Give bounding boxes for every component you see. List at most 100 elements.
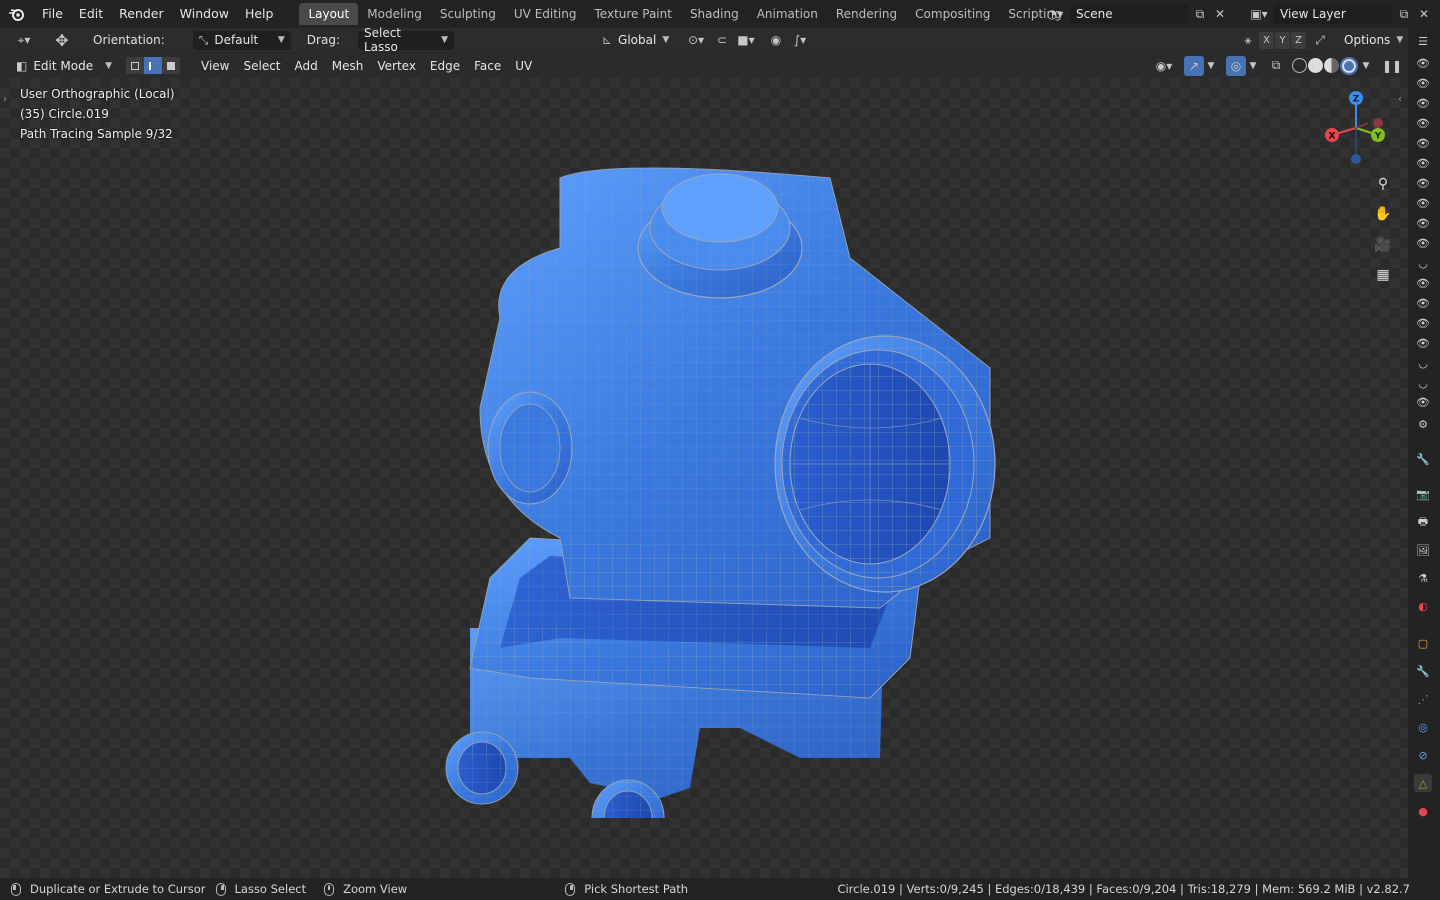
new-scene-icon[interactable]: ⧉	[1190, 4, 1210, 24]
tab-texture-paint[interactable]: Texture Paint	[586, 3, 681, 25]
eye-icon[interactable]: 👁	[1414, 134, 1432, 152]
menu-mesh[interactable]: Mesh	[325, 59, 371, 73]
falloff-icon[interactable]: ∫▾	[786, 30, 814, 50]
editor-type-icon[interactable]: ⌖▾	[10, 30, 38, 50]
tab-rendering[interactable]: Rendering	[827, 3, 906, 25]
eye-closed-icon[interactable]: ◡	[1414, 254, 1432, 272]
mirror-icon[interactable]: ⚹	[1238, 30, 1258, 50]
properties-toggle-icon[interactable]: ⚙	[1414, 415, 1432, 433]
overlay-toggle-icon[interactable]: ◎	[1226, 55, 1246, 76]
eye-icon[interactable]: 👁	[1414, 154, 1432, 172]
drag-dropdown[interactable]: Select Lasso ▼	[357, 26, 454, 54]
navigation-gizmo[interactable]: Z X Y	[1316, 88, 1396, 168]
snap-toggle-icon[interactable]: ⊂	[712, 30, 732, 50]
outliner-toggle-icon[interactable]: ☰	[1414, 32, 1432, 50]
eye-icon[interactable]: 👁	[1414, 174, 1432, 192]
eye-icon[interactable]: 👁	[1414, 234, 1432, 252]
eye-icon[interactable]: 👁	[1414, 54, 1432, 72]
toolbar-expand-arrow[interactable]: ›	[3, 94, 7, 105]
menu-uv[interactable]: UV	[508, 59, 539, 73]
rendered-shading-icon[interactable]	[1340, 56, 1358, 75]
orientation-dropdown[interactable]: ⤡ Default ▼	[192, 30, 291, 50]
material-properties-icon[interactable]: ●	[1414, 802, 1432, 820]
view-layer-type-icon[interactable]: ▣▾	[1244, 4, 1274, 24]
object-properties-icon[interactable]: ▢	[1414, 634, 1432, 652]
face-select-icon[interactable]	[162, 57, 180, 74]
pivot-point-icon[interactable]: ⊙▾	[682, 30, 710, 50]
gizmo-toggle-icon[interactable]: ↗	[1184, 55, 1204, 76]
auto-merge-icon[interactable]: ⤢	[1310, 30, 1330, 50]
scene-name-field[interactable]: Scene	[1070, 4, 1188, 24]
blender-logo-icon[interactable]	[0, 0, 34, 28]
menu-edit[interactable]: Edit	[71, 0, 111, 28]
gizmo-dropdown-icon[interactable]: ▼	[1204, 56, 1218, 76]
output-properties-icon[interactable]: 🖶	[1414, 513, 1432, 531]
eye-closed-icon[interactable]: ◡	[1414, 374, 1432, 392]
menu-window[interactable]: Window	[172, 0, 237, 28]
3d-viewport[interactable]: User Orthographic (Local) (35) Circle.01…	[0, 78, 1408, 878]
data-properties-icon[interactable]: △	[1414, 774, 1432, 792]
menu-vertex[interactable]: Vertex	[370, 59, 423, 73]
solid-shading-icon[interactable]	[1308, 58, 1323, 73]
visibility-icon[interactable]: ◉▾	[1150, 56, 1178, 76]
wireframe-shading-icon[interactable]	[1292, 58, 1307, 73]
camera-view-icon[interactable]: 🎥	[1372, 234, 1394, 256]
eye-icon[interactable]: 👁	[1414, 74, 1432, 92]
menu-file[interactable]: File	[34, 0, 71, 28]
eye-icon[interactable]: 👁	[1414, 194, 1432, 212]
transform-orientation-dropdown[interactable]: ⊾ Global ▼	[595, 30, 674, 50]
mirror-y-toggle[interactable]: Y	[1275, 31, 1290, 49]
particle-properties-icon[interactable]: ⋰	[1414, 690, 1432, 708]
modifier-properties-icon[interactable]: 🔧	[1414, 662, 1432, 680]
tab-modeling[interactable]: Modeling	[358, 3, 431, 25]
eye-icon[interactable]: 👁	[1414, 393, 1432, 411]
proportional-edit-icon[interactable]: ◉	[766, 30, 786, 50]
physics-properties-icon[interactable]: ◎	[1414, 718, 1432, 736]
tab-layout[interactable]: Layout	[299, 3, 359, 25]
menu-add[interactable]: Add	[288, 59, 325, 73]
tab-shading[interactable]: Shading	[681, 3, 748, 25]
scene-properties-icon[interactable]: ⚗	[1414, 569, 1432, 587]
scene-type-icon[interactable]: ◔▾	[1040, 4, 1070, 24]
zoom-icon[interactable]: ⚲	[1372, 173, 1394, 195]
menu-select[interactable]: Select	[236, 59, 287, 73]
menu-face[interactable]: Face	[467, 59, 508, 73]
view-layer-field[interactable]: View Layer	[1274, 4, 1392, 24]
overlay-dropdown-icon[interactable]: ▼	[1246, 56, 1260, 76]
tab-uv-editing[interactable]: UV Editing	[505, 3, 586, 25]
mirror-x-toggle[interactable]: X	[1259, 31, 1274, 49]
eye-icon[interactable]: 👁	[1414, 314, 1432, 332]
snap-target-icon[interactable]: ■▾	[732, 30, 760, 50]
eye-icon[interactable]: 👁	[1414, 214, 1432, 232]
mode-dropdown[interactable]: ◧ Edit Mode ▼	[10, 56, 118, 75]
xray-toggle-icon[interactable]: ⧉	[1266, 56, 1286, 76]
pan-hand-icon[interactable]: ✋	[1372, 203, 1394, 225]
tab-compositing[interactable]: Compositing	[906, 3, 999, 25]
new-view-layer-icon[interactable]: ⧉	[1394, 4, 1414, 24]
eye-icon[interactable]: 👁	[1414, 114, 1432, 132]
delete-view-layer-icon[interactable]: ✕	[1414, 4, 1434, 24]
eye-icon[interactable]: 👁	[1414, 334, 1432, 352]
eye-icon[interactable]: 👁	[1414, 294, 1432, 312]
pause-render-icon[interactable]: ❚❚	[1382, 56, 1402, 76]
delete-scene-icon[interactable]: ✕	[1210, 4, 1230, 24]
tab-sculpting[interactable]: Sculpting	[431, 3, 505, 25]
edge-select-icon[interactable]	[144, 57, 162, 74]
constraint-properties-icon[interactable]: ⊘	[1414, 746, 1432, 764]
eye-icon[interactable]: 👁	[1414, 94, 1432, 112]
perspective-grid-icon[interactable]: ▦	[1372, 264, 1394, 286]
menu-render[interactable]: Render	[111, 0, 172, 28]
render-properties-icon[interactable]: 📷	[1414, 485, 1432, 503]
tab-animation[interactable]: Animation	[748, 3, 827, 25]
mirror-z-toggle[interactable]: Z	[1291, 31, 1306, 49]
menu-edge[interactable]: Edge	[423, 59, 467, 73]
material-shading-icon[interactable]	[1324, 58, 1339, 73]
sidebar-expand-arrow[interactable]: ‹	[1398, 94, 1402, 105]
world-properties-icon[interactable]: ◐	[1414, 597, 1432, 615]
menu-help[interactable]: Help	[237, 0, 282, 28]
vertex-select-icon[interactable]	[126, 57, 144, 74]
mesh-object-red-dot-sight[interactable]	[430, 138, 1030, 818]
eye-closed-icon[interactable]: ◡	[1414, 354, 1432, 372]
view-layer-properties-icon[interactable]: 🖼	[1414, 541, 1432, 559]
menu-view[interactable]: View	[194, 59, 236, 73]
